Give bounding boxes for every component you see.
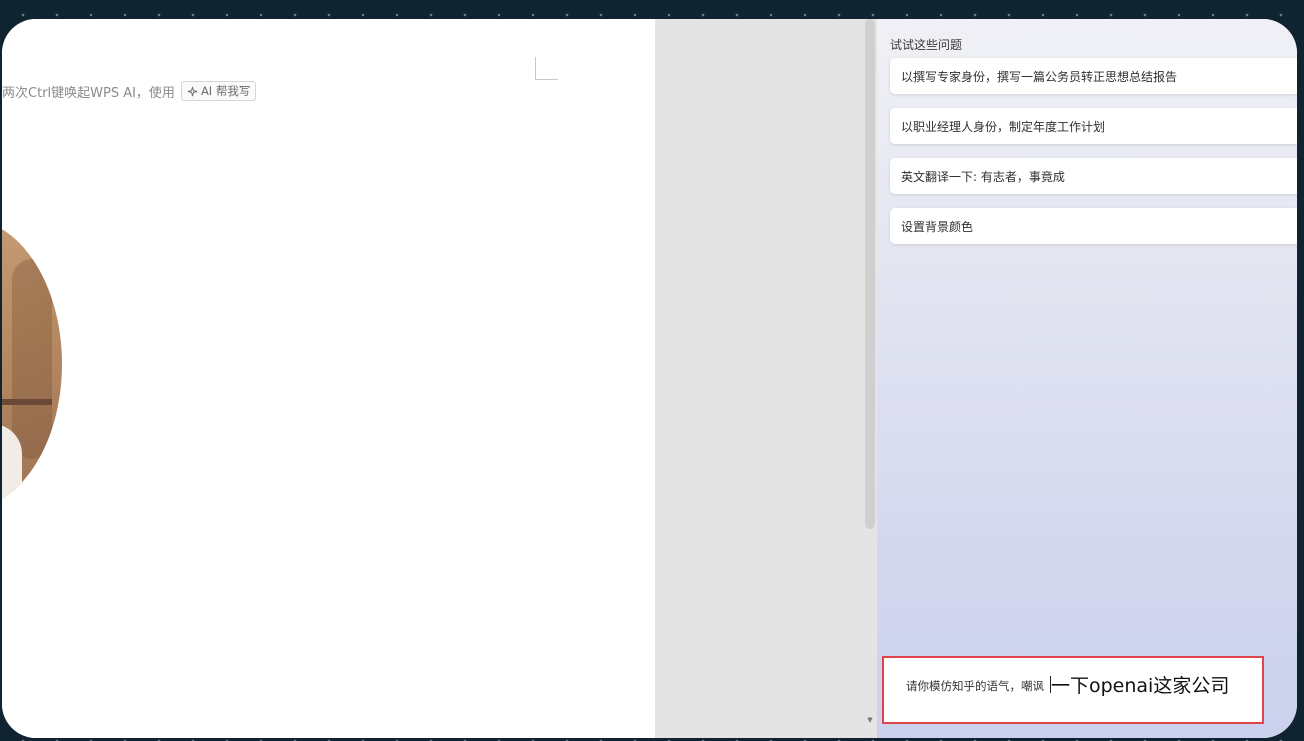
sparkle-icon xyxy=(187,86,198,96)
ai-write-chip-label: AI 帮我写 xyxy=(200,84,251,98)
suggestion-item[interactable]: 设置背景颜色 xyxy=(890,208,1297,244)
suggestions-title: 试试这些问题 xyxy=(890,38,963,52)
ai-write-chip[interactable]: AI 帮我写 xyxy=(180,81,257,101)
prompt-composing-text: 一下openai这家公司 xyxy=(1051,675,1230,697)
scroll-down-arrow-icon[interactable]: ▼ xyxy=(865,715,875,725)
app-window: 两次Ctrl键唤起WPS AI，使用 AI 帮我写 ▼ 试试这些问题 以撰写专家… xyxy=(2,19,1297,738)
wps-ai-hint: 两次Ctrl键唤起WPS AI，使用 AI 帮我写 xyxy=(2,81,257,101)
suggestion-item[interactable]: 英文翻译一下: 有志者，事竟成 xyxy=(890,158,1297,194)
document-page[interactable]: 两次Ctrl键唤起WPS AI，使用 AI 帮我写 xyxy=(2,19,655,738)
suggestion-item[interactable]: 以撰写专家身份，撰写一篇公务员转正思想总结报告 xyxy=(890,58,1297,94)
page-corner-mark xyxy=(535,57,558,80)
wps-ai-hint-text: 两次Ctrl键唤起WPS AI，使用 xyxy=(2,85,175,101)
document-scrollbar[interactable] xyxy=(865,19,875,529)
ai-prompt-input[interactable]: 请你模仿知乎的语气，嘲讽 一下openai这家公司 xyxy=(882,656,1264,724)
frame-edge xyxy=(1297,0,1304,741)
suggestion-item[interactable]: 以职业经理人身份，制定年度工作计划 xyxy=(890,108,1297,144)
prompt-typed-text: 请你模仿知乎的语气，嘲讽 xyxy=(906,679,1044,693)
page-gutter xyxy=(655,19,877,738)
wps-ai-panel: 试试这些问题 以撰写专家身份，撰写一篇公务员转正思想总结报告 以职业经理人身份，… xyxy=(877,19,1297,738)
presenter-webcam-avatar xyxy=(2,219,62,509)
